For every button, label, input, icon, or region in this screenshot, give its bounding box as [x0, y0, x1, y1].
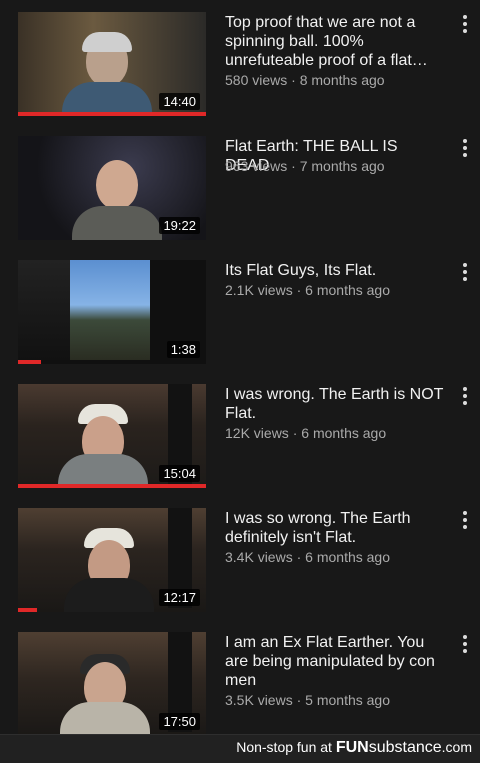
watermark-brand-tld: .com	[441, 739, 472, 755]
video-item[interactable]: 12:17 I was so wrong. The Earth definite…	[0, 508, 480, 618]
video-thumbnail[interactable]: 17:50	[18, 632, 206, 736]
video-duration: 17:50	[159, 713, 200, 730]
more-vert-icon[interactable]	[456, 384, 474, 410]
video-duration: 14:40	[159, 93, 200, 110]
view-count: 580 views	[225, 72, 288, 88]
view-count: 2.1K views	[225, 282, 293, 298]
view-count: 3.5K views	[225, 692, 293, 708]
video-thumbnail[interactable]: 14:40	[18, 12, 206, 116]
video-title[interactable]: I was wrong. The Earth is NOT Flat.	[225, 385, 445, 423]
upload-age: 5 months ago	[305, 692, 390, 708]
video-duration: 15:04	[159, 465, 200, 482]
view-count: 3.4K views	[225, 549, 293, 565]
video-meta: 580 views · 8 months ago	[225, 71, 445, 89]
meta-separator: ·	[287, 158, 300, 174]
video-title[interactable]: Top proof that we are not a spinning bal…	[225, 13, 445, 70]
more-vert-icon[interactable]	[456, 260, 474, 286]
watermark-brand-bold: FUN	[335, 739, 369, 756]
video-thumbnail[interactable]: 1:38	[18, 260, 206, 364]
upload-age: 6 months ago	[305, 549, 390, 565]
video-duration: 1:38	[166, 341, 200, 358]
view-count: 963 views	[225, 158, 288, 174]
meta-separator: ·	[292, 549, 306, 565]
video-item[interactable]: 1:38 Its Flat Guys, Its Flat. 2.1K views…	[0, 260, 480, 370]
video-item[interactable]: 17:50 I am an Ex Flat Earther. You are b…	[0, 632, 480, 742]
upload-age: 6 months ago	[305, 282, 390, 298]
video-thumbnail[interactable]: 12:17	[18, 508, 206, 612]
watermark-footer: Non-stop fun at FUNsubstance.com	[0, 734, 480, 763]
more-vert-icon[interactable]	[456, 136, 474, 162]
meta-separator: ·	[292, 692, 306, 708]
more-vert-icon[interactable]	[456, 508, 474, 534]
watch-progress-bar	[18, 112, 206, 116]
watermark-text: Non-stop fun at FUNsubstance.com	[236, 739, 472, 757]
watch-progress-bar	[18, 608, 37, 612]
upload-age: 6 months ago	[301, 425, 387, 441]
video-title[interactable]: Its Flat Guys, Its Flat.	[225, 261, 445, 280]
video-title[interactable]: I am an Ex Flat Earther. You are being m…	[225, 633, 445, 690]
video-duration: 19:22	[159, 217, 200, 234]
meta-separator: ·	[292, 282, 306, 298]
watch-progress-bar	[18, 484, 206, 488]
more-vert-icon[interactable]	[456, 632, 474, 658]
upload-age: 7 months ago	[299, 158, 385, 174]
upload-age: 8 months ago	[299, 72, 385, 88]
video-thumbnail[interactable]: 15:04	[18, 384, 206, 488]
video-meta: 3.4K views · 6 months ago	[225, 548, 445, 566]
video-meta: 963 views · 7 months ago	[225, 157, 445, 175]
watermark-tagline: Non-stop fun at	[236, 739, 336, 755]
more-vert-icon[interactable]	[456, 12, 474, 38]
video-item[interactable]: 15:04 I was wrong. The Earth is NOT Flat…	[0, 384, 480, 494]
video-item[interactable]: 19:22 Flat Earth: THE BALL IS DEAD 963 v…	[0, 136, 480, 246]
meta-separator: ·	[288, 425, 302, 441]
video-meta: 3.5K views · 5 months ago	[225, 691, 445, 709]
watermark-brand-rest: substance	[368, 739, 442, 756]
watch-progress-bar	[18, 360, 41, 364]
video-duration: 12:17	[159, 589, 200, 606]
view-count: 12K views	[225, 425, 289, 441]
video-meta: 12K views · 6 months ago	[225, 424, 445, 442]
video-item[interactable]: 14:40 Top proof that we are not a spinni…	[0, 12, 480, 122]
video-thumbnail[interactable]: 19:22	[18, 136, 206, 240]
video-meta: 2.1K views · 6 months ago	[225, 281, 445, 299]
video-title[interactable]: I was so wrong. The Earth definitely isn…	[225, 509, 445, 547]
meta-separator: ·	[287, 72, 300, 88]
